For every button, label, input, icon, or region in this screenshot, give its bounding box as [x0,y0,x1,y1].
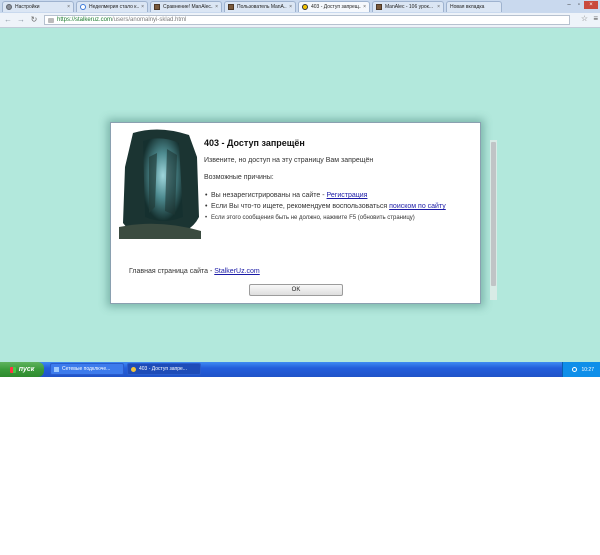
url-host: https://stalkeruz.com [57,17,113,23]
taskbar-item-network[interactable]: Сетевые подключе... [50,363,124,375]
reason-text: Если этого сообщения быть не должно, наж… [211,215,415,221]
tab-label: 403 - Доступ запрещ... [311,4,362,10]
registration-link[interactable]: Регистрация [327,192,368,199]
screen: Настройки × Неделмерия стало к... × Срав… [0,0,600,377]
dialog-title: 403 - Доступ запрещён [204,138,305,148]
chrome-icon [131,366,136,372]
back-arrow-icon[interactable]: ← [3,15,13,25]
list-item: • Если Вы что-то ищете, рекомендуем восп… [205,203,481,211]
bookmark-star-icon[interactable]: ☆ [581,14,588,23]
start-button[interactable]: пуск [0,362,44,377]
tab-comparison[interactable]: Сравнение! ManAlec... × [150,1,222,12]
stalker-artwork [119,129,201,239]
clock: 10:27 [581,366,594,373]
site-icon [154,4,160,10]
forward-arrow-icon[interactable]: → [16,15,26,25]
site-icon [228,4,234,10]
home-text: Главная страница сайта - [129,268,215,275]
reason-text: Если Вы что-то ищете, рекомендуем воспол… [211,203,390,210]
tab-settings[interactable]: Настройки × [2,1,74,12]
ok-button[interactable]: OK [249,284,343,296]
tab-user[interactable]: Пользователь ManA... × [224,1,296,12]
tab-403[interactable]: 403 - Доступ запрещ... × [298,1,370,12]
close-icon[interactable]: × [437,4,440,10]
network-icon [54,366,59,372]
reload-icon[interactable]: ↻ [29,15,39,25]
close-icon[interactable]: × [363,4,366,10]
window-controls: – ▫ × [564,1,598,9]
home-line: Главная страница сайта - StalkerUz.com [129,268,260,275]
maximize-icon[interactable]: ▫ [574,1,584,9]
taskbar-item-label: 403 - Доступ запре... [139,366,187,372]
close-icon[interactable]: × [67,4,70,10]
google-icon [80,4,86,10]
scroll-thumb[interactable] [491,142,496,286]
reason-text: Вы незарегистрированы на сайте - [211,192,327,199]
close-icon[interactable]: × [215,4,218,10]
address-bar[interactable]: https://stalkeruz.com /users/anomalnyi-s… [44,15,570,25]
minimize-icon[interactable]: – [564,1,574,9]
site-search-link[interactable]: поиском по сайту [389,203,446,210]
list-item: • Если этого сообщения быть не должно, н… [205,214,481,222]
list-item: • Вы незарегистрированы на сайте - Регис… [205,192,481,200]
windows-logo-icon [9,366,16,373]
tab-label: ManAlec - 106 урок... [385,4,433,10]
reasons-heading: Возможные причины: [204,174,274,181]
scrollbar[interactable] [490,140,497,300]
tab-label: Пользователь ManA... [237,4,288,10]
dialog-message: Извените, но доступ на эту страницу Вам … [204,157,374,164]
tab-label: Неделмерия стало к... [89,4,140,10]
reasons-list: • Вы незарегистрированы на сайте - Регис… [197,192,481,225]
tab-label: Настройки [15,4,40,10]
browser-toolbar: ← → ↻ https://stalkeruz.com /users/anoma… [0,13,600,28]
start-label: пуск [18,366,35,373]
home-link[interactable]: StalkerUz.com [214,268,260,275]
gear-icon [6,4,12,10]
tab-lesson[interactable]: ManAlec - 106 урок... × [372,1,444,12]
tab-new[interactable]: Новая вкладка [446,1,502,12]
tray-icon[interactable] [572,367,578,372]
tab-label: Сравнение! ManAlec... [163,4,214,10]
taskbar-item-label: Сетевые подключе... [62,366,111,372]
url-path: /users/anomalnyi-sklad.html [112,17,187,23]
error-dialog: 403 - Доступ запрещён Извените, но досту… [110,122,481,304]
page-content: 403 - Доступ запрещён Извените, но досту… [0,28,600,362]
system-tray: 10:27 [562,362,600,377]
lock-icon [48,17,54,23]
tab-label: Новая вкладка [450,4,485,10]
tab-google[interactable]: Неделмерия стало к... × [76,1,148,12]
site-icon [376,4,382,10]
browser-tab-strip: Настройки × Неделмерия стало к... × Срав… [0,0,600,14]
bullet-icon: • [205,192,208,199]
menu-icon[interactable]: ≡ [593,14,598,23]
bullet-icon: • [205,215,208,221]
close-icon[interactable]: × [289,4,292,10]
close-icon[interactable]: × [141,4,144,10]
bullet-icon: • [205,203,208,210]
radiation-icon [302,4,308,10]
close-window-icon[interactable]: × [584,1,598,9]
taskbar: пуск Сетевые подключе... 403 - Доступ за… [0,362,600,377]
taskbar-item-browser[interactable]: 403 - Доступ запре... [127,363,201,375]
